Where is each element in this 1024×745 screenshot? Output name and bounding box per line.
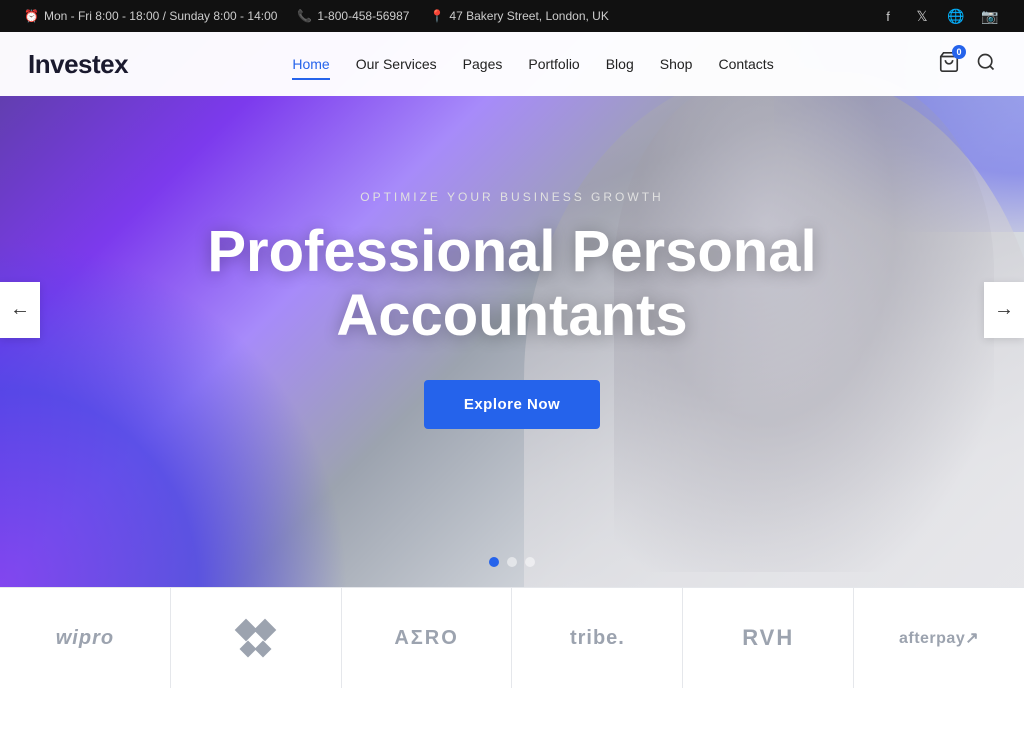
top-bar-left: ⏰ Mon - Fri 8:00 - 18:00 / Sunday 8:00 -… <box>24 9 609 23</box>
nav-pages[interactable]: Pages <box>453 48 513 80</box>
top-bar-social: f 𝕏 🌐 📷 <box>878 6 1000 26</box>
brand-tribe: tribe. <box>512 588 683 688</box>
hero-subtitle: Optimize Your Business Growth <box>207 190 816 204</box>
brands-bar: wipro AΣRO tribe. RVH afterpay↗ <box>0 587 1024 688</box>
brand-rmh: RVH <box>683 588 854 688</box>
brand-afterpay-label: afterpay↗ <box>899 628 979 648</box>
brand-aero-label: AΣRO <box>394 627 458 650</box>
phone-text: 1-800-458-56987 <box>317 9 409 23</box>
carousel-dot-3[interactable] <box>525 557 535 567</box>
carousel-dots <box>489 557 535 567</box>
brand-tribe-label: tribe. <box>570 627 625 650</box>
carousel-next-button[interactable]: → <box>984 282 1024 338</box>
hero-title-line2: Accountants <box>336 283 687 348</box>
cart-button[interactable]: 0 <box>938 51 960 78</box>
site-logo: Investex <box>28 49 128 80</box>
address-item: 📍 47 Bakery Street, London, UK <box>429 9 608 23</box>
brand-diamonds <box>171 588 342 688</box>
carousel-prev-button[interactable]: ← <box>0 282 40 338</box>
facebook-icon[interactable]: f <box>878 6 898 26</box>
search-button[interactable] <box>976 52 996 77</box>
nav-blog[interactable]: Blog <box>596 48 644 80</box>
brand-diamonds-icon <box>238 622 273 655</box>
brand-rmh-label: RVH <box>742 625 794 651</box>
hero-title: Professional Personal Accountants <box>207 220 816 348</box>
location-icon: 📍 <box>429 9 444 23</box>
nav-our-services[interactable]: Our Services <box>346 48 447 80</box>
hero-section: Investex Home Our Services Pages Portfol… <box>0 32 1024 587</box>
instagram-icon[interactable]: 📷 <box>980 6 1000 26</box>
phone-item: 📞 1-800-458-56987 <box>297 9 409 23</box>
brand-wipro: wipro <box>0 588 171 688</box>
site-header: Investex Home Our Services Pages Portfol… <box>0 32 1024 96</box>
explore-now-button[interactable]: Explore Now <box>424 380 600 429</box>
hero-title-line1: Professional Personal <box>207 219 816 284</box>
nav-shop[interactable]: Shop <box>650 48 703 80</box>
top-bar: ⏰ Mon - Fri 8:00 - 18:00 / Sunday 8:00 -… <box>0 0 1024 32</box>
address-text: 47 Bakery Street, London, UK <box>449 9 608 23</box>
carousel-dot-2[interactable] <box>507 557 517 567</box>
hours-item: ⏰ Mon - Fri 8:00 - 18:00 / Sunday 8:00 -… <box>24 9 277 23</box>
brand-aero: AΣRO <box>342 588 513 688</box>
cart-badge: 0 <box>952 45 966 59</box>
nav-contacts[interactable]: Contacts <box>708 48 783 80</box>
twitter-icon[interactable]: 𝕏 <box>912 6 932 26</box>
carousel-dot-1[interactable] <box>489 557 499 567</box>
clock-icon: ⏰ <box>24 9 39 23</box>
globe-icon[interactable]: 🌐 <box>946 6 966 26</box>
main-nav: Home Our Services Pages Portfolio Blog S… <box>282 48 783 80</box>
nav-home[interactable]: Home <box>282 48 339 80</box>
phone-icon: 📞 <box>297 9 312 23</box>
brand-wipro-label: wipro <box>56 627 114 650</box>
header-actions: 0 <box>938 51 996 78</box>
nav-portfolio[interactable]: Portfolio <box>518 48 589 80</box>
hero-content: Optimize Your Business Growth Profession… <box>187 190 836 429</box>
brand-afterpay: afterpay↗ <box>854 588 1024 688</box>
hours-text: Mon - Fri 8:00 - 18:00 / Sunday 8:00 - 1… <box>44 9 277 23</box>
